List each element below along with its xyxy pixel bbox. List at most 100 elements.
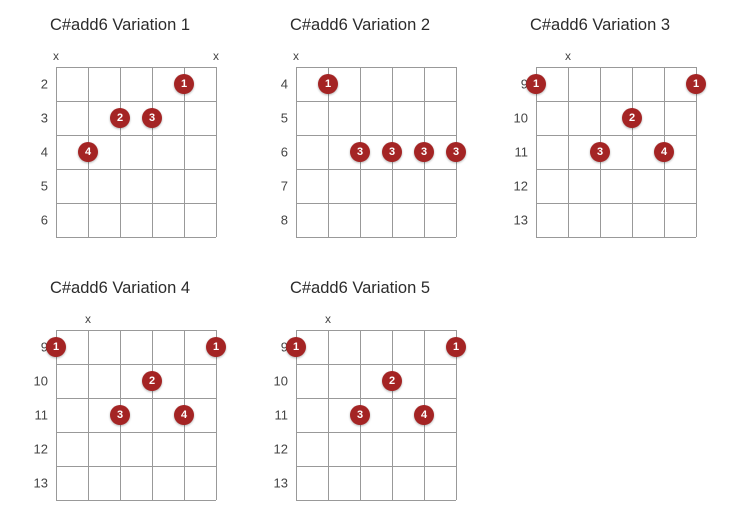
finger-dot: 1	[318, 74, 338, 94]
finger-dot: 1	[526, 74, 546, 94]
fretboard: x91011121311234	[260, 312, 460, 512]
fret-line	[536, 237, 696, 238]
mute-mark: x	[213, 49, 219, 63]
finger-dot: 4	[414, 405, 434, 425]
string-line	[152, 67, 153, 237]
fret-line	[296, 237, 456, 238]
finger-dot: 2	[382, 371, 402, 391]
string-line	[216, 67, 217, 237]
fret-number: 12	[260, 442, 288, 457]
fret-number: 8	[260, 213, 288, 228]
finger-dot: 3	[142, 108, 162, 128]
fret-line	[296, 330, 456, 331]
fret-line	[536, 135, 696, 136]
chord-title: C#add6 Variation 4	[20, 279, 220, 298]
string-line	[328, 330, 329, 500]
chord-title: C#add6 Variation 2	[260, 16, 460, 35]
chord-diagram-5: C#add6 Variation 5x91011121311234	[260, 279, 460, 512]
fret-line	[296, 203, 456, 204]
string-line	[56, 67, 57, 237]
finger-dot: 1	[174, 74, 194, 94]
chord-title: C#add6 Variation 5	[260, 279, 460, 298]
fret-number: 2	[20, 77, 48, 92]
fret-line	[56, 364, 216, 365]
finger-dot: 3	[590, 142, 610, 162]
fret-line	[536, 101, 696, 102]
fret-number: 6	[20, 213, 48, 228]
chord-grid: C#add6 Variation 1xx234561234C#add6 Vari…	[20, 16, 720, 512]
string-line	[568, 67, 569, 237]
fret-line	[56, 237, 216, 238]
string-line	[632, 67, 633, 237]
string-line	[392, 330, 393, 500]
finger-dot: 3	[382, 142, 402, 162]
mute-mark: x	[293, 49, 299, 63]
finger-dot: 4	[174, 405, 194, 425]
finger-dot: 4	[78, 142, 98, 162]
string-line	[296, 67, 297, 237]
finger-dot: 3	[110, 405, 130, 425]
fret-line	[296, 135, 456, 136]
fret-line	[536, 169, 696, 170]
fret-number: 4	[260, 77, 288, 92]
fret-line	[536, 203, 696, 204]
fretboard: x91011121311234	[20, 312, 220, 512]
finger-dot: 3	[350, 142, 370, 162]
finger-dot: 1	[46, 337, 66, 357]
fret-number: 6	[260, 145, 288, 160]
fret-number: 5	[20, 179, 48, 194]
fret-line	[56, 67, 216, 68]
fret-line	[296, 432, 456, 433]
fret-number: 10	[500, 111, 528, 126]
fret-number: 4	[20, 145, 48, 160]
chord-diagram-3: C#add6 Variation 3x91011121311234	[500, 16, 700, 249]
string-line	[88, 330, 89, 500]
chord-diagram-2: C#add6 Variation 2x4567813333	[260, 16, 460, 249]
fret-line	[56, 330, 216, 331]
fretboard: x4567813333	[260, 49, 460, 249]
chord-title: C#add6 Variation 1	[20, 16, 220, 35]
fret-line	[56, 398, 216, 399]
fret-number: 7	[260, 179, 288, 194]
chord-diagram-4: C#add6 Variation 4x91011121311234	[20, 279, 220, 512]
fret-number: 9	[20, 340, 48, 355]
fretboard: xx234561234	[20, 49, 220, 249]
fret-number: 9	[500, 77, 528, 92]
finger-dot: 2	[622, 108, 642, 128]
fret-number: 13	[500, 213, 528, 228]
chord-diagram-1: C#add6 Variation 1xx234561234	[20, 16, 220, 249]
finger-dot: 2	[142, 371, 162, 391]
finger-dot: 4	[654, 142, 674, 162]
fret-number: 11	[20, 408, 48, 423]
mute-mark: x	[85, 312, 91, 326]
string-line	[152, 330, 153, 500]
fret-line	[56, 500, 216, 501]
fret-line	[56, 135, 216, 136]
chord-title: C#add6 Variation 3	[500, 16, 700, 35]
finger-dot: 3	[446, 142, 466, 162]
fret-line	[56, 169, 216, 170]
fret-number: 3	[20, 111, 48, 126]
fretboard: x91011121311234	[500, 49, 700, 249]
fret-line	[56, 432, 216, 433]
mute-mark: x	[325, 312, 331, 326]
finger-dot: 3	[414, 142, 434, 162]
fret-line	[296, 364, 456, 365]
finger-dot: 1	[686, 74, 706, 94]
fret-number: 11	[500, 145, 528, 160]
fret-number: 11	[260, 408, 288, 423]
fret-number: 10	[260, 374, 288, 389]
fret-line	[296, 466, 456, 467]
fret-line	[536, 67, 696, 68]
finger-dot: 2	[110, 108, 130, 128]
fret-line	[296, 67, 456, 68]
fret-number: 12	[20, 442, 48, 457]
finger-dot: 1	[286, 337, 306, 357]
mute-mark: x	[565, 49, 571, 63]
fret-line	[56, 466, 216, 467]
fret-number: 10	[20, 374, 48, 389]
fret-line	[296, 500, 456, 501]
fret-number: 9	[260, 340, 288, 355]
mute-mark: x	[53, 49, 59, 63]
string-line	[120, 67, 121, 237]
